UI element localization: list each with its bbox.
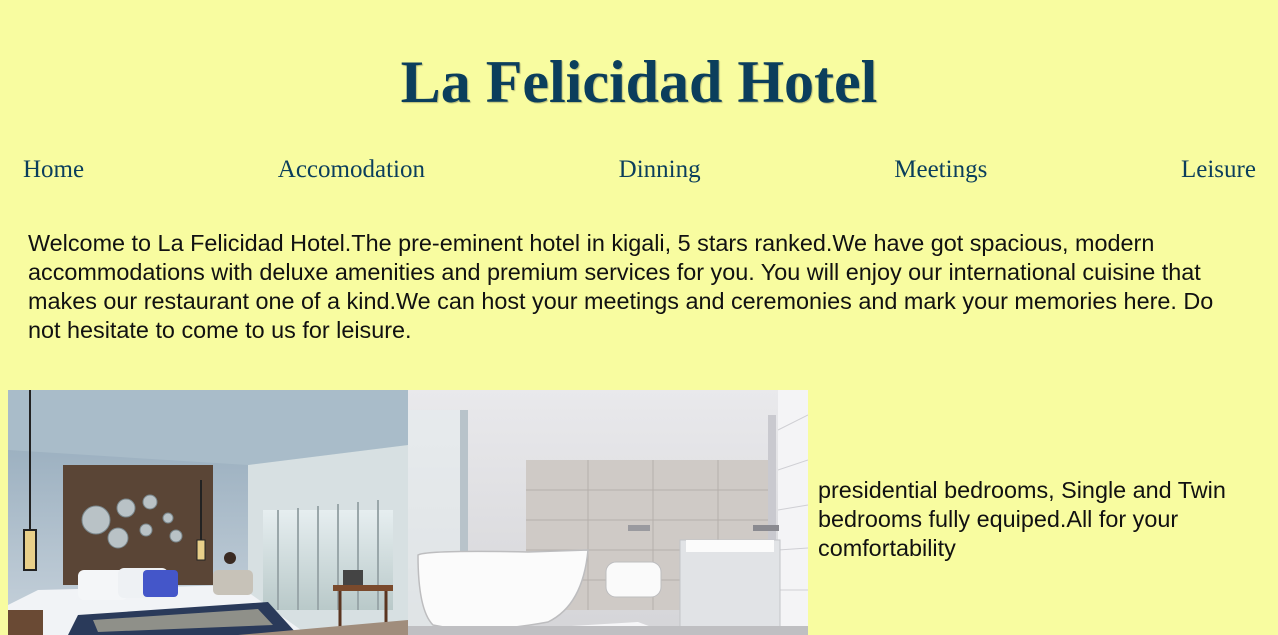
main-nav: Home Accomodation Dinning Meetings Leisu… [23, 154, 1256, 186]
intro-paragraph: Welcome to La Felicidad Hotel.The pre-em… [28, 230, 1214, 343]
page-title: La Felicidad Hotel [400, 49, 878, 115]
bedroom-photo [8, 390, 408, 635]
nav-link-home[interactable]: Home [23, 154, 84, 186]
nav-link-accommodation[interactable]: Accomodation [278, 154, 425, 186]
nav-link-leisure[interactable]: Leisure [1181, 154, 1256, 186]
accommodation-caption: presidential bedrooms, Single and Twin b… [818, 477, 1226, 561]
bathroom-photo [408, 390, 808, 635]
nav-link-meetings[interactable]: Meetings [894, 154, 987, 186]
nav-link-dining[interactable]: Dinning [619, 154, 701, 186]
